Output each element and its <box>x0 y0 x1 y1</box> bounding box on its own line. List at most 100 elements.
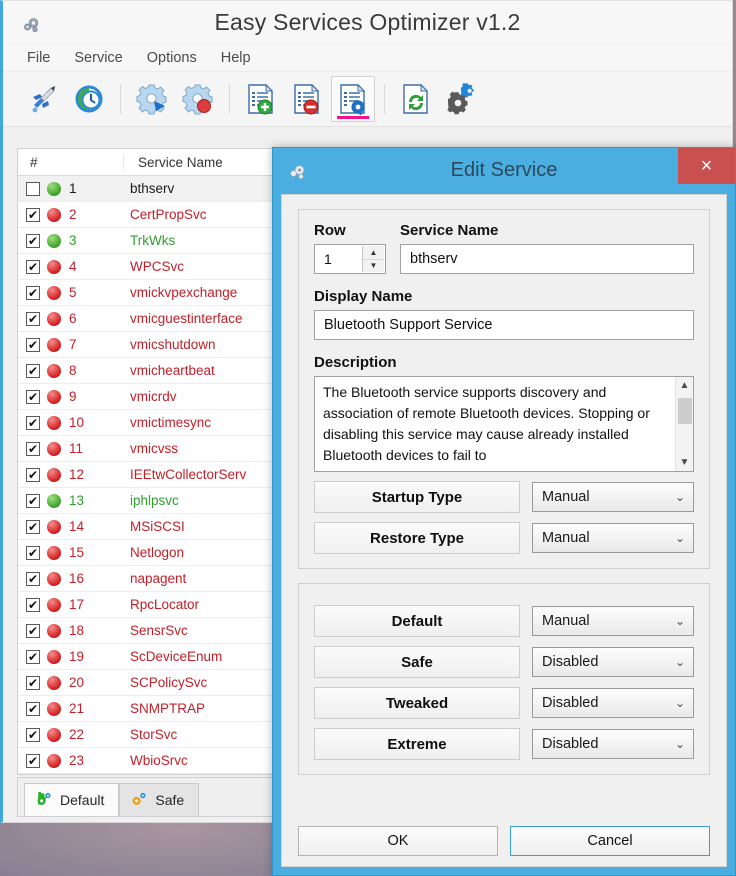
table-row[interactable]: ✔ 5 vmickvpexchange <box>18 280 274 306</box>
edit-service-button[interactable] <box>331 76 375 122</box>
type-startup-type-button[interactable]: Startup Type <box>314 481 520 513</box>
description-field[interactable]: The Bluetooth service supports discovery… <box>314 376 694 472</box>
table-row[interactable]: ✔ 12 IEEtwCollectorServ <box>18 462 274 488</box>
refresh-button[interactable] <box>394 76 438 122</box>
ok-button[interactable]: OK <box>298 826 498 856</box>
row-checkbox[interactable]: ✔ <box>26 493 40 508</box>
profile-extreme-select[interactable]: Disabled ⌄ <box>532 729 694 759</box>
scroll-down-icon[interactable]: ▼ <box>680 454 690 471</box>
restore-point-button[interactable] <box>67 76 111 122</box>
launch-optimizer-button[interactable] <box>21 76 65 122</box>
type-startup-type-select[interactable]: Manual ⌄ <box>532 482 694 512</box>
row-checkbox[interactable]: ✔ <box>26 675 40 690</box>
chevron-down-icon[interactable]: ⌄ <box>675 614 685 628</box>
profile-default-button[interactable]: Default <box>314 605 520 637</box>
table-row[interactable]: ✔ 16 napagent <box>18 566 274 592</box>
row-checkbox[interactable]: ✔ <box>26 389 40 404</box>
profile-safe-button[interactable]: Safe <box>314 646 520 678</box>
chevron-down-icon[interactable]: ⌄ <box>675 490 685 504</box>
table-row[interactable]: ✔ 13 iphlpsvc <box>18 488 274 514</box>
table-row[interactable]: ✔ 20 SCPolicySvc <box>18 670 274 696</box>
row-checkbox[interactable]: ✔ <box>26 545 40 560</box>
type-restore-type-select[interactable]: Manual ⌄ <box>532 523 694 553</box>
column-header-number[interactable]: # <box>18 155 123 170</box>
chevron-down-icon[interactable]: ⌄ <box>675 531 685 545</box>
profile-extreme-button[interactable]: Extreme <box>314 728 520 760</box>
row-checkbox[interactable]: ✔ <box>26 207 40 222</box>
menu-item-file[interactable]: File <box>17 48 60 68</box>
display-name-field[interactable]: Bluetooth Support Service <box>314 310 694 340</box>
service-name-field[interactable]: bthserv <box>400 244 694 274</box>
row-checkbox[interactable]: ✔ <box>26 519 40 534</box>
stepper-arrows[interactable]: ▲ ▼ <box>362 246 384 272</box>
table-row[interactable]: ✔ 4 WPCSvc <box>18 254 274 280</box>
row-checkbox[interactable]: ✔ <box>26 649 40 664</box>
table-row[interactable]: ✔ 11 vmicvss <box>18 436 274 462</box>
description-scrollbar[interactable]: ▲ ▼ <box>675 377 693 471</box>
remove-service-button[interactable] <box>285 76 329 122</box>
table-row[interactable]: ✔ 23 WbioSrvc <box>18 748 274 774</box>
add-service-button[interactable] <box>239 76 283 122</box>
cancel-button[interactable]: Cancel <box>510 826 710 856</box>
row-stepper[interactable]: 1 ▲ ▼ <box>314 244 386 274</box>
row-checkbox[interactable]: ✔ <box>26 363 40 378</box>
table-row[interactable]: ✔ 3 TrkWks <box>18 228 274 254</box>
table-row[interactable]: ✔ 2 CertPropSvc <box>18 202 274 228</box>
row-number: 2 <box>69 207 77 222</box>
table-row[interactable]: ✔ 15 Netlogon <box>18 540 274 566</box>
table-row[interactable]: ✔ 22 StorSvc <box>18 722 274 748</box>
row-checkbox[interactable]: ✔ <box>26 233 40 248</box>
row-checkbox[interactable]: ✔ <box>26 467 40 482</box>
row-checkbox[interactable]: ✔ <box>26 701 40 716</box>
chevron-down-icon[interactable]: ⌄ <box>675 696 685 710</box>
table-row[interactable]: ✔ 6 vmicguestinterface <box>18 306 274 332</box>
profile-safe-select[interactable]: Disabled ⌄ <box>532 647 694 677</box>
row-checkbox[interactable]: ✔ <box>26 311 40 326</box>
close-icon[interactable]: × <box>678 148 735 184</box>
table-row[interactable]: ✔ 10 vmictimesync <box>18 410 274 436</box>
row-checkbox[interactable]: ✔ <box>26 623 40 638</box>
chevron-down-icon[interactable]: ⌄ <box>675 655 685 669</box>
chevron-down-icon[interactable]: ▼ <box>363 259 384 272</box>
scroll-up-icon[interactable]: ▲ <box>680 377 690 394</box>
table-row[interactable]: ✔ 17 RpcLocator <box>18 592 274 618</box>
tab-default[interactable]: Default <box>24 783 120 816</box>
chevron-up-icon[interactable]: ▲ <box>363 246 384 260</box>
profile-tweaked-select[interactable]: Disabled ⌄ <box>532 688 694 718</box>
table-row[interactable]: ✔ 8 vmicheartbeat <box>18 358 274 384</box>
type-restore-type-button[interactable]: Restore Type <box>314 522 520 554</box>
row-checkbox[interactable]: ✔ <box>26 727 40 742</box>
row-checkbox[interactable]: ✔ <box>26 441 40 456</box>
start-service-button[interactable] <box>130 76 174 122</box>
service-list[interactable]: # Service Name 1 bthserv ✔ 2 CertPropSvc ✔ 3 Tr… <box>17 148 275 775</box>
scrollbar-thumb[interactable] <box>677 398 692 424</box>
row-checkbox[interactable]: ✔ <box>26 571 40 586</box>
menu-item-help[interactable]: Help <box>211 48 261 68</box>
chevron-down-icon[interactable]: ⌄ <box>675 737 685 751</box>
row-checkbox[interactable]: ✔ <box>26 415 40 430</box>
column-header-service-name[interactable]: Service Name <box>123 154 274 170</box>
settings-button[interactable] <box>440 76 484 122</box>
profile-default-select[interactable]: Manual ⌄ <box>532 606 694 636</box>
row-checkbox[interactable]: ✔ <box>26 597 40 612</box>
profile-tweaked-button[interactable]: Tweaked <box>314 687 520 719</box>
type-rows: Startup Type Manual ⌄ Restore Type Manual ⌄ <box>314 481 694 554</box>
menu-item-service[interactable]: Service <box>64 48 132 68</box>
table-row[interactable]: ✔ 19 ScDeviceEnum <box>18 644 274 670</box>
row-checkbox[interactable]: ✔ <box>26 259 40 274</box>
table-row[interactable]: ✔ 18 SensrSvc <box>18 618 274 644</box>
table-row[interactable]: ✔ 9 vmicrdv <box>18 384 274 410</box>
row-number: 7 <box>69 337 77 352</box>
row-checkbox[interactable]: ✔ <box>26 337 40 352</box>
table-row[interactable]: ✔ 7 vmicshutdown <box>18 332 274 358</box>
stop-service-button[interactable] <box>176 76 220 122</box>
menu-item-options[interactable]: Options <box>137 48 207 68</box>
table-row[interactable]: ✔ 14 MSiSCSI <box>18 514 274 540</box>
table-row[interactable]: ✔ 21 SNMPTRAP <box>18 696 274 722</box>
table-row[interactable]: 1 bthserv <box>18 176 274 202</box>
tab-safe[interactable]: Safe <box>119 783 200 816</box>
row-checkbox[interactable] <box>26 181 40 196</box>
status-badge <box>47 233 61 248</box>
row-checkbox[interactable]: ✔ <box>26 753 40 768</box>
row-checkbox[interactable]: ✔ <box>26 285 40 300</box>
